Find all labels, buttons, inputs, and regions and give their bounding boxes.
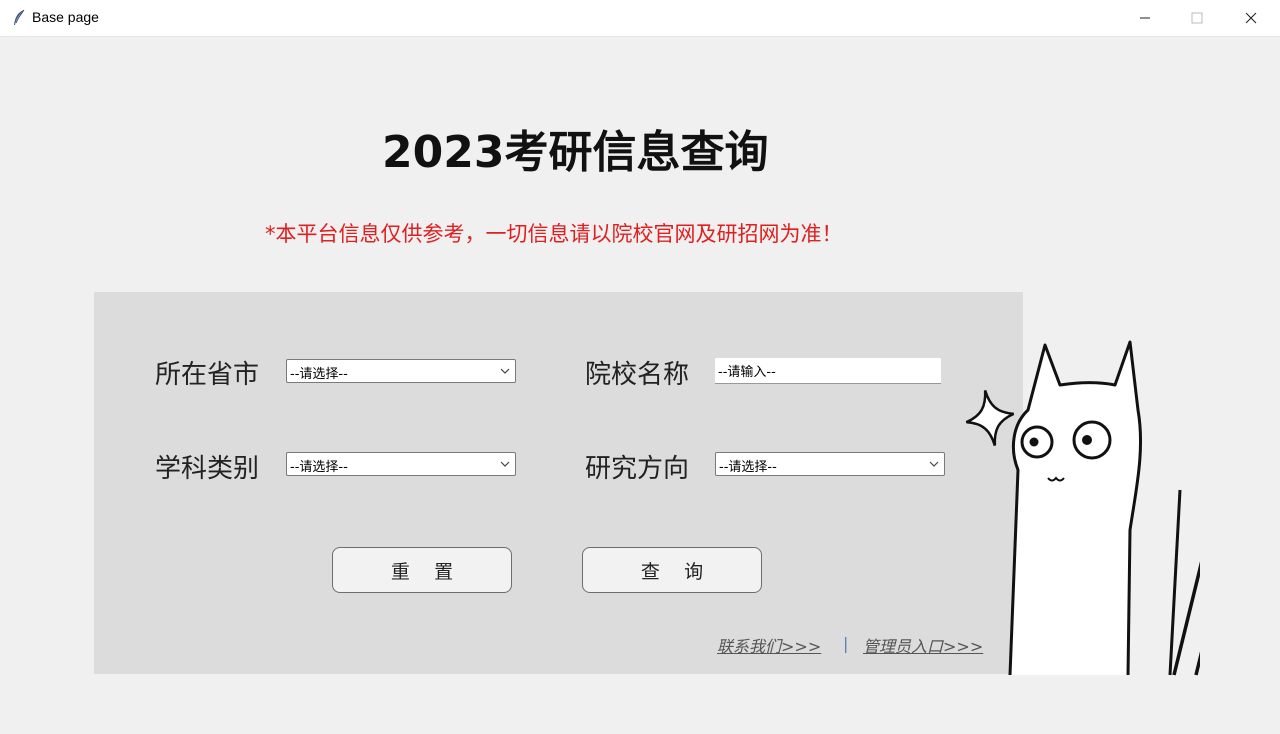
subject-label: 学科类别 [155,454,260,484]
direction-select-value: --请选择-- [719,460,777,475]
link-separator: | [843,634,849,653]
page-title: 2023考研信息查询 [382,127,769,178]
school-label: 院校名称 [585,360,690,390]
province-label: 所在省市 [155,360,260,390]
subject-select[interactable]: --请选择-- [286,452,516,476]
feather-icon [14,9,25,25]
maximize-icon [1191,12,1203,24]
contact-us-link[interactable]: 联系我们>>> [717,633,821,657]
maximize-button[interactable] [1170,0,1224,36]
minimize-button[interactable] [1118,0,1172,36]
province-select[interactable]: --请选择-- [286,359,516,383]
title-bar: Base page [0,0,1280,37]
school-name-input[interactable] [715,358,941,384]
disclaimer-notice: *本平台信息仅供参考，一切信息请以院校官网及研招网为准！ [265,222,843,246]
minimize-icon [1140,17,1150,19]
reset-button[interactable]: 重 置 [332,547,512,593]
query-button[interactable]: 查 询 [582,547,762,593]
direction-label: 研究方向 [585,454,690,484]
chevron-down-icon [929,461,939,467]
window-title: Base page [32,9,99,25]
close-button[interactable] [1224,0,1278,36]
chevron-down-icon [500,368,510,374]
close-icon [1245,12,1257,24]
chevron-down-icon [500,461,510,467]
query-panel: 所在省市 --请选择-- 院校名称 学科类别 --请选择-- 研究方向 --请选… [94,292,1023,674]
cat-mascot [965,340,1200,676]
direction-select[interactable]: --请选择-- [715,452,945,476]
province-select-value: --请选择-- [290,367,348,382]
subject-select-value: --请选择-- [290,460,348,475]
